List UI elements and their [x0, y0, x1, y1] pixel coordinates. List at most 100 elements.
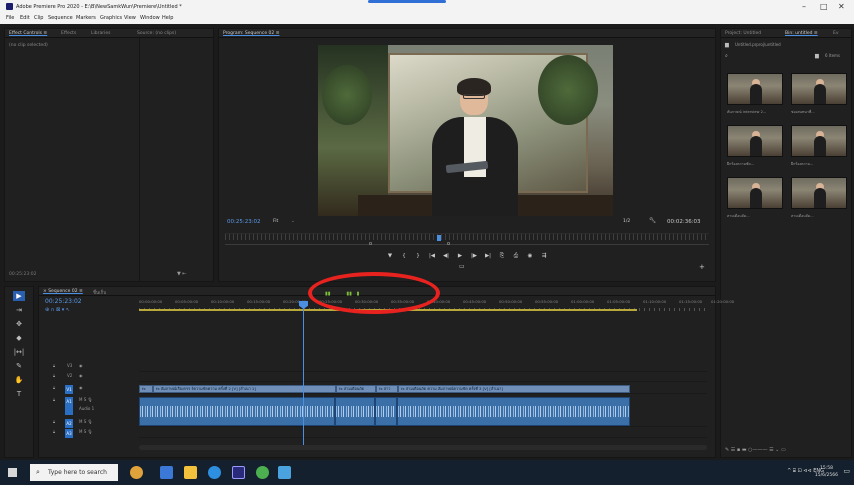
menu-sequence[interactable]: Sequence — [48, 15, 73, 21]
program-playhead[interactable] — [437, 235, 441, 241]
menu-file[interactable]: File — [6, 15, 14, 21]
project-item-thumbnail[interactable] — [791, 177, 847, 209]
track-lane-a3[interactable] — [139, 429, 707, 438]
tab-bin[interactable]: Bin: untitled ≡ — [785, 31, 818, 36]
app-taskbar-icon[interactable] — [278, 466, 291, 479]
eye-icon[interactable]: ◉ — [79, 363, 83, 368]
filter-icon[interactable]: ▼ ⇤ — [177, 271, 187, 277]
new-bin-icon[interactable]: ▆ — [815, 53, 819, 59]
lock-icon[interactable]: 🔒︎ — [53, 397, 55, 402]
mute-solo-icons[interactable]: M S 🎙︎ — [79, 419, 93, 424]
ripple-edit-tool-icon[interactable]: ✥ — [13, 319, 25, 329]
lock-icon[interactable]: 🔒︎ — [53, 429, 55, 434]
fit-dropdown[interactable]: Fit — [273, 219, 278, 224]
track-target-a2[interactable]: A2 — [65, 419, 73, 428]
track-target-a1[interactable]: A1 — [65, 397, 73, 415]
menu-clip[interactable]: Clip — [34, 15, 43, 21]
safe-margins-icon[interactable]: ▭ — [459, 263, 465, 270]
track-lane-v2[interactable] — [139, 373, 707, 382]
project-bottom-toolbar[interactable]: ✎ ☰ ▪ ▬ ○——— ☰ ⌄ ▭ — [725, 447, 786, 453]
mute-solo-icons[interactable]: M S 🎙︎ — [79, 429, 93, 434]
step-back-button[interactable]: ◀| — [439, 253, 453, 259]
pen-tool-icon[interactable]: ✎ — [13, 361, 25, 371]
edge-browser-icon[interactable] — [208, 466, 221, 479]
mute-solo-icons[interactable]: M S 🎙︎ — [79, 397, 93, 402]
program-time-ruler[interactable] — [225, 233, 709, 240]
resolution-dropdown[interactable]: 1/2 — [623, 219, 630, 224]
track-lane-v3[interactable] — [139, 363, 707, 372]
video-clip[interactable]: fx สาว — [376, 385, 398, 393]
go-to-out-button[interactable]: ▶| — [481, 253, 495, 259]
menu-markers[interactable]: Markers — [76, 15, 96, 21]
add-marker-button[interactable]: ▼ — [383, 253, 397, 259]
audio-clip[interactable] — [397, 397, 630, 426]
menu-edit[interactable]: Edit — [20, 15, 30, 21]
step-forward-button[interactable]: |▶ — [467, 253, 481, 259]
add-button-icon[interactable]: + — [699, 263, 705, 271]
audio-clip[interactable] — [375, 397, 397, 426]
premiere-taskbar-icon[interactable] — [232, 466, 245, 479]
search-icon[interactable]: ⌕ — [725, 53, 728, 59]
selection-tool-icon[interactable]: ▶ — [13, 291, 25, 301]
video-clip[interactable]: fx — [139, 385, 153, 393]
program-current-time[interactable]: 00:25:23:02 — [227, 219, 261, 225]
taskbar-search-box[interactable]: ⌕ Type here to search — [30, 464, 118, 481]
notifications-icon[interactable]: ▭ — [843, 467, 850, 475]
project-item-thumbnail[interactable] — [791, 73, 847, 105]
audio-clip[interactable] — [335, 397, 375, 426]
tab-libraries[interactable]: Libraries — [91, 31, 110, 36]
lift-button[interactable]: ⎘ — [495, 253, 509, 260]
razor-tool-icon[interactable]: ◆ — [13, 333, 25, 343]
wrench-icon[interactable]: 🔧︎ — [649, 218, 656, 224]
out-marker-icon[interactable]: o — [447, 241, 450, 247]
track-target-v1[interactable]: V1 — [65, 385, 73, 394]
play-button[interactable]: ▶ — [453, 253, 467, 259]
file-explorer-icon[interactable] — [184, 466, 197, 479]
track-target-a3[interactable]: A3 — [65, 429, 73, 438]
lock-icon[interactable]: 🔒︎ — [53, 363, 55, 368]
in-marker-icon[interactable]: o — [369, 241, 372, 247]
project-item-label[interactable]: ฝึกร้องความชัด... — [727, 161, 785, 167]
close-button[interactable]: ✕ — [838, 2, 845, 11]
tab-effects[interactable]: Effects — [61, 31, 76, 36]
windows-start-icon[interactable] — [8, 468, 17, 477]
track-lane-v1[interactable]: fx fx สัมภาษณ์เรื่องกรร ร์ความชัดความ คร… — [139, 385, 707, 394]
menu-view[interactable]: View — [124, 15, 136, 21]
track-select-tool-icon[interactable]: ⇥ — [13, 305, 25, 315]
project-item-label[interactable]: ช่องสนทนาที่... — [791, 109, 849, 115]
video-clip[interactable]: fx สามเดือนถัด — [336, 385, 376, 393]
comparison-view-button[interactable]: ⇶ — [537, 253, 551, 259]
tab-source[interactable]: Source: (no clips) — [137, 31, 176, 36]
project-item-label[interactable]: สามเดือนถัด... — [727, 213, 785, 219]
tab-effect-controls[interactable]: Effect Controls ≡ — [9, 31, 47, 36]
task-view-icon[interactable] — [160, 466, 173, 479]
tab-project[interactable]: Project: Untitled — [725, 31, 761, 36]
timeline-timecode[interactable]: 00:25:23:02 — [45, 298, 82, 305]
project-item-thumbnail[interactable] — [791, 125, 847, 157]
type-tool-icon[interactable]: T — [13, 389, 25, 399]
cortana-icon[interactable] — [130, 466, 143, 479]
project-item-label[interactable]: ฝึกร้องความ... — [791, 161, 849, 167]
extract-button[interactable]: ⎙ — [509, 253, 523, 260]
lock-icon[interactable]: 🔒︎ — [53, 419, 55, 424]
mark-out-button[interactable]: } — [411, 253, 425, 259]
hand-tool-icon[interactable]: ✋ — [13, 375, 25, 385]
project-item-thumbnail[interactable] — [727, 73, 783, 105]
tab-program[interactable]: Program: Sequence 02 ≡ — [223, 31, 280, 36]
menu-graphics[interactable]: Graphics — [100, 15, 122, 21]
project-item-thumbnail[interactable] — [727, 177, 783, 209]
menu-help[interactable]: Help — [162, 15, 173, 21]
export-frame-button[interactable]: ◉ — [523, 253, 537, 259]
eye-icon[interactable]: ◉ — [79, 385, 83, 390]
timeline-scrollbar[interactable] — [139, 445, 707, 450]
fit-chevron-icon[interactable]: ⌄ — [291, 219, 295, 224]
chrome-icon[interactable] — [256, 466, 269, 479]
program-scrub-line[interactable] — [225, 244, 709, 245]
taskbar-clock[interactable]: 15:58 15/6/2566 — [815, 465, 838, 479]
maximize-button[interactable]: □ — [820, 2, 828, 11]
minimize-button[interactable]: – — [802, 2, 806, 11]
project-item-label[interactable]: สามเดือนถัด... — [791, 213, 849, 219]
audio-clip[interactable] — [139, 397, 335, 426]
project-item-thumbnail[interactable] — [727, 125, 783, 157]
menu-window[interactable]: Window — [140, 15, 160, 21]
